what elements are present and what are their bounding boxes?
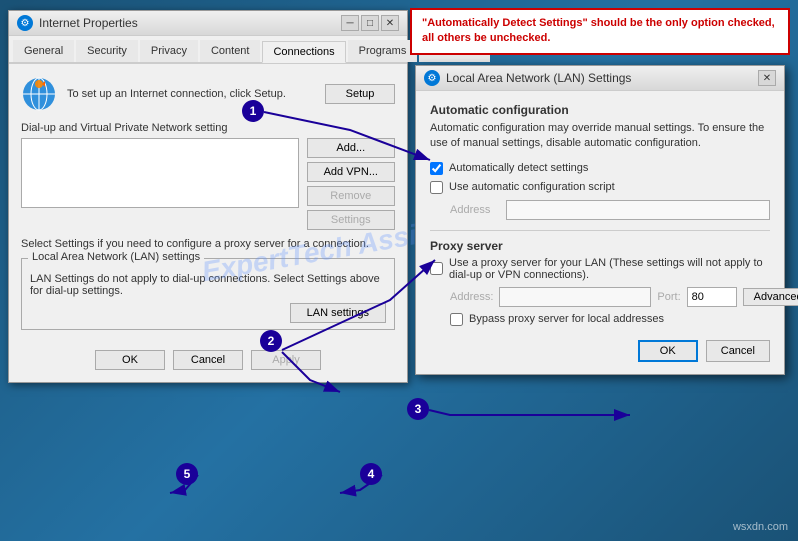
bypass-row: Bypass proxy server for local addresses (450, 313, 770, 326)
globe-icon (21, 76, 57, 112)
ie-title: Internet Properties (39, 16, 138, 30)
proxy-use-checkbox[interactable] (430, 262, 443, 275)
auto-detect-row: Automatically detect settings (430, 162, 770, 175)
step-badge-5: 5 (176, 463, 198, 485)
address-row: Address (450, 200, 770, 220)
dialup-side-buttons: Add... Add VPN... Remove Settings (307, 138, 395, 230)
lan-body: Automatic configuration Automatic config… (416, 91, 784, 374)
lan-settings-dialog: ⚙ Local Area Network (LAN) Settings ✕ Au… (415, 65, 785, 375)
proxy-port-input[interactable] (687, 287, 737, 307)
tab-content[interactable]: Content (200, 40, 261, 62)
auto-config-desc: Automatic configuration may override man… (430, 121, 770, 152)
lan-legend: Local Area Network (LAN) settings (28, 251, 204, 263)
auto-script-checkbox[interactable] (430, 181, 443, 194)
lan-settings-button[interactable]: LAN settings (290, 303, 386, 323)
lan-dialog-icon: ⚙ (424, 70, 440, 86)
lan-close-button[interactable]: ✕ (758, 70, 776, 86)
lan-window-controls: ✕ (758, 70, 776, 86)
apply-button[interactable]: Apply (251, 350, 321, 370)
bypass-checkbox[interactable] (450, 313, 463, 326)
proxy-address-row: Address: Port: Advanced (450, 287, 770, 307)
bypass-label: Bypass proxy server for local addresses (469, 313, 664, 325)
ie-titlebar: ⚙ Internet Properties ─ □ ✕ (9, 11, 407, 36)
add-vpn-button[interactable]: Add VPN... (307, 162, 395, 182)
dialup-list[interactable] (21, 138, 299, 208)
step-badge-1: 1 (242, 100, 264, 122)
lan-dialog-title: Local Area Network (LAN) Settings (446, 71, 631, 85)
tab-security[interactable]: Security (76, 40, 138, 62)
step-badge-4: 4 (360, 463, 382, 485)
lan-ok-button[interactable]: OK (638, 340, 698, 362)
ie-app-icon: ⚙ (17, 15, 33, 31)
setup-button[interactable]: Setup (325, 84, 395, 104)
lan-cancel-button[interactable]: Cancel (706, 340, 770, 362)
ie-window-controls: ─ □ ✕ (341, 15, 399, 31)
internet-properties-dialog: ⚙ Internet Properties ─ □ ✕ General Secu… (8, 10, 408, 383)
tab-privacy[interactable]: Privacy (140, 40, 198, 62)
port-label: Port: (657, 291, 680, 303)
maximize-button[interactable]: □ (361, 15, 379, 31)
tab-programs[interactable]: Programs (348, 40, 418, 62)
proxy-title: Proxy server (430, 239, 770, 253)
auto-config-title: Automatic configuration (430, 103, 770, 117)
proxy-use-label: Use a proxy server for your LAN (These s… (449, 257, 770, 281)
annotation-banner: "Automatically Detect Settings" should b… (410, 8, 790, 55)
lan-titlebar-left: ⚙ Local Area Network (LAN) Settings (424, 70, 631, 86)
tab-connections[interactable]: Connections (262, 41, 345, 63)
cancel-button[interactable]: Cancel (173, 350, 243, 370)
auto-script-label: Use automatic configuration script (449, 181, 615, 193)
minimize-button[interactable]: ─ (341, 15, 359, 31)
setup-text: To set up an Internet connection, click … (67, 88, 315, 100)
ie-titlebar-left: ⚙ Internet Properties (17, 15, 138, 31)
proxy-section: Proxy server Use a proxy server for your… (430, 239, 770, 326)
lan-ok-row: OK Cancel (430, 336, 770, 362)
tab-general[interactable]: General (13, 40, 74, 62)
auto-detect-checkbox[interactable] (430, 162, 443, 175)
address-input[interactable] (506, 200, 770, 220)
step-badge-3: 3 (407, 398, 429, 420)
proxy-address-input[interactable] (499, 287, 651, 307)
setup-row: To set up an Internet connection, click … (21, 76, 395, 112)
ie-tabs: General Security Privacy Content Connect… (9, 36, 407, 64)
auto-script-row: Use automatic configuration script (430, 181, 770, 194)
step-badge-2: 2 (260, 330, 282, 352)
proxy-use-row: Use a proxy server for your LAN (These s… (430, 257, 770, 281)
site-watermark: wsxdn.com (733, 521, 788, 533)
add-button[interactable]: Add... (307, 138, 395, 158)
close-button[interactable]: ✕ (381, 15, 399, 31)
auto-detect-label: Automatically detect settings (449, 162, 588, 174)
advanced-button[interactable]: Advanced (743, 288, 798, 306)
lan-titlebar: ⚙ Local Area Network (LAN) Settings ✕ (416, 66, 784, 91)
proxy-address-label: Address: (450, 291, 493, 303)
ie-body: To set up an Internet connection, click … (9, 64, 407, 382)
lan-divider (430, 230, 770, 231)
dialup-list-container (21, 138, 299, 230)
remove-button[interactable]: Remove (307, 186, 395, 206)
ie-bottom-buttons: OK Cancel Apply (21, 342, 395, 370)
ok-button[interactable]: OK (95, 350, 165, 370)
dialup-list-area: Add... Add VPN... Remove Settings (21, 138, 395, 230)
address-label: Address (450, 204, 500, 216)
dialup-label: Dial-up and Virtual Private Network sett… (21, 122, 395, 134)
